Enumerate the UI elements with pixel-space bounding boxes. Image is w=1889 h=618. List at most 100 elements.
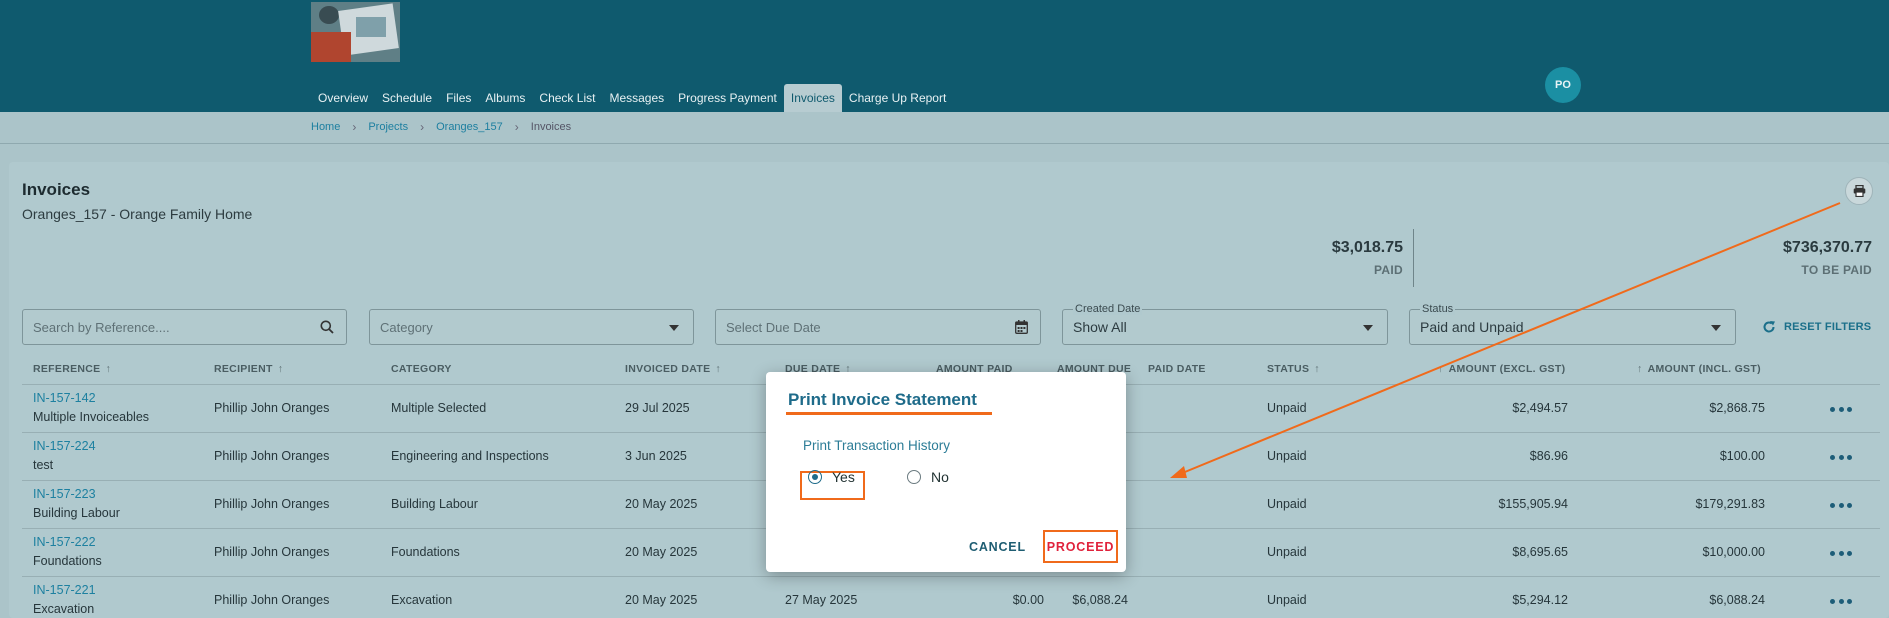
radio-yes[interactable]: Yes bbox=[808, 469, 855, 485]
dialog-title: Print Invoice Statement bbox=[788, 390, 977, 409]
to-be-paid-summary: $736,370.77 TO BE PAID bbox=[1783, 239, 1872, 277]
cell-invoiced: 20 May 2025 bbox=[625, 497, 698, 511]
to-be-paid-label: TO BE PAID bbox=[1801, 263, 1872, 277]
invoice-description: Multiple Invoiceables bbox=[33, 410, 150, 424]
search-placeholder: Search by Reference.... bbox=[33, 319, 170, 335]
tab-invoices[interactable]: Invoices bbox=[783, 84, 842, 112]
tab-messages[interactable]: Messages bbox=[602, 84, 671, 112]
invoice-description: test bbox=[33, 458, 54, 472]
invoice-reference-link[interactable]: IN-157-223 bbox=[33, 487, 96, 501]
printer-icon bbox=[1853, 185, 1865, 197]
cell-category: Multiple Selected bbox=[391, 401, 487, 415]
cell-status: Unpaid bbox=[1267, 497, 1307, 511]
user-avatar[interactable]: PO bbox=[1545, 67, 1581, 103]
tab-check-list[interactable]: Check List bbox=[532, 84, 602, 112]
cell-recipient: Phillip John Oranges bbox=[214, 593, 330, 607]
status-value: Paid and Unpaid bbox=[1420, 319, 1524, 335]
tab-files[interactable]: Files bbox=[439, 84, 478, 112]
cell-incl: $179,291.83 bbox=[1695, 497, 1765, 511]
reset-filters-button[interactable]: RESET FILTERS bbox=[1762, 320, 1871, 334]
sort-arrow-icon: ↑ bbox=[715, 363, 721, 375]
col-paid-date[interactable]: PAID DATE bbox=[1148, 363, 1206, 375]
cell-incl: $100.00 bbox=[1719, 449, 1765, 463]
table-row[interactable]: IN-157-221 Excavation Phillip John Oranges… bbox=[22, 576, 1880, 618]
project-nav: Overview Schedule Files Albums Check Lis… bbox=[311, 84, 953, 112]
cell-recipient: Phillip John Oranges bbox=[214, 449, 330, 463]
chevron-right-icon: › bbox=[514, 120, 519, 134]
cell-excl: $155,905.94 bbox=[1498, 497, 1568, 511]
status-select[interactable]: Status Paid and Unpaid bbox=[1409, 303, 1736, 345]
cell-category: Excavation bbox=[391, 593, 453, 607]
tab-progress-payment[interactable]: Progress Payment bbox=[671, 84, 784, 112]
more-actions-icon[interactable] bbox=[1830, 597, 1852, 605]
cell-paid: $0.00 bbox=[1012, 593, 1044, 607]
cell-due: 27 May 2025 bbox=[785, 593, 858, 607]
paid-amount: $3,018.75 bbox=[1331, 239, 1403, 256]
col-amount-excl[interactable]: ↑ AMOUNT (EXCL. GST) bbox=[1438, 363, 1565, 375]
cell-status: Unpaid bbox=[1267, 401, 1307, 415]
cell-invoiced: 29 Jul 2025 bbox=[625, 401, 690, 415]
more-actions-icon[interactable] bbox=[1830, 453, 1852, 461]
more-actions-icon[interactable] bbox=[1830, 405, 1852, 413]
reset-filters-label: RESET FILTERS bbox=[1784, 321, 1872, 333]
annotation-underline bbox=[786, 412, 992, 415]
cell-recipient: Phillip John Oranges bbox=[214, 401, 330, 415]
col-recipient[interactable]: RECIPIENT ↑ bbox=[214, 363, 283, 375]
col-status[interactable]: STATUS ↑ bbox=[1267, 363, 1320, 375]
page-title: Invoices bbox=[22, 180, 91, 199]
col-invoiced-date[interactable]: INVOICED DATE ↑ bbox=[625, 363, 721, 375]
invoice-reference-link[interactable]: IN-157-142 bbox=[33, 391, 96, 405]
breadcrumb-current: Invoices bbox=[530, 121, 572, 133]
invoice-reference-link[interactable]: IN-157-221 bbox=[33, 583, 96, 597]
app-header: Overview Schedule Files Albums Check Lis… bbox=[0, 0, 1889, 112]
to-be-paid-amount: $736,370.77 bbox=[1783, 239, 1872, 256]
chevron-down-icon bbox=[1363, 325, 1373, 331]
cell-recipient: Phillip John Oranges bbox=[214, 545, 330, 559]
col-amount-incl[interactable]: ↑ AMOUNT (INCL. GST) bbox=[1637, 363, 1761, 375]
col-reference[interactable]: REFERENCE ↑ bbox=[33, 363, 111, 375]
divider bbox=[0, 143, 1889, 144]
invoice-description: Building Labour bbox=[33, 506, 120, 520]
project-thumbnail[interactable] bbox=[311, 2, 400, 62]
radio-no[interactable]: No bbox=[907, 469, 949, 485]
due-date-placeholder: Select Due Date bbox=[726, 319, 821, 335]
dialog-question: Print Transaction History bbox=[803, 438, 951, 453]
cell-status: Unpaid bbox=[1267, 545, 1307, 559]
cell-incl: $2,868.75 bbox=[1709, 401, 1765, 415]
more-actions-icon[interactable] bbox=[1830, 549, 1852, 557]
breadcrumb: Home › Projects › Oranges_157 › Invoices bbox=[311, 112, 571, 142]
breadcrumb-project[interactable]: Oranges_157 bbox=[436, 121, 503, 133]
tab-albums[interactable]: Albums bbox=[478, 84, 532, 112]
breadcrumb-projects[interactable]: Projects bbox=[368, 121, 408, 133]
sort-arrow-icon: ↑ bbox=[1637, 363, 1643, 375]
tab-schedule[interactable]: Schedule bbox=[375, 84, 439, 112]
tab-charge-up-report[interactable]: Charge Up Report bbox=[842, 84, 953, 112]
sort-arrow-icon: ↑ bbox=[105, 363, 112, 375]
created-date-value: Show All bbox=[1073, 319, 1127, 335]
cell-amount_due: $6,088.24 bbox=[1072, 593, 1128, 607]
invoice-reference-link[interactable]: IN-157-224 bbox=[33, 439, 96, 453]
due-date-picker[interactable]: Select Due Date bbox=[715, 309, 1041, 345]
created-date-label: Created Date bbox=[1073, 303, 1143, 315]
print-invoice-dialog: Print Invoice Statement Print Transactio… bbox=[766, 372, 1126, 572]
search-input[interactable]: Search by Reference.... bbox=[22, 309, 347, 345]
proceed-button[interactable]: PROCEED bbox=[1043, 530, 1118, 563]
refresh-icon bbox=[1763, 321, 1775, 333]
cell-incl: $6,088.24 bbox=[1709, 593, 1765, 607]
category-placeholder: Category bbox=[380, 319, 433, 335]
cell-invoiced: 3 Jun 2025 bbox=[625, 449, 687, 463]
col-category[interactable]: CATEGORY bbox=[391, 363, 452, 375]
more-actions-icon[interactable] bbox=[1830, 501, 1852, 509]
chevron-right-icon: › bbox=[420, 120, 425, 134]
breadcrumb-home[interactable]: Home bbox=[311, 121, 340, 133]
status-label: Status bbox=[1420, 303, 1456, 315]
cancel-button[interactable]: CANCEL bbox=[969, 540, 1026, 554]
created-date-select[interactable]: Created Date Show All bbox=[1062, 303, 1388, 345]
summary-divider bbox=[1413, 229, 1414, 287]
cell-invoiced: 20 May 2025 bbox=[625, 545, 698, 559]
tab-overview[interactable]: Overview bbox=[311, 84, 375, 112]
category-select[interactable]: Category bbox=[369, 309, 694, 345]
invoice-reference-link[interactable]: IN-157-222 bbox=[33, 535, 96, 549]
invoice-description: Excavation bbox=[33, 602, 95, 616]
print-button[interactable] bbox=[1845, 177, 1873, 205]
